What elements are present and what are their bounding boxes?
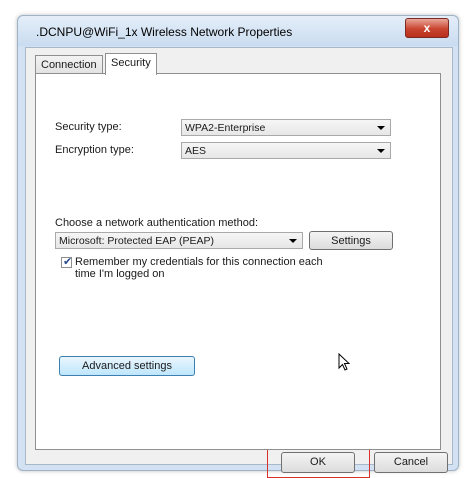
close-button[interactable]: x	[405, 18, 449, 38]
ok-button[interactable]: OK	[281, 452, 355, 473]
settings-button[interactable]: Settings	[309, 231, 393, 250]
encryption-type-select[interactable]: AES	[181, 142, 391, 159]
security-type-select[interactable]: WPA2-Enterprise	[181, 119, 391, 136]
security-type-label: Security type:	[55, 121, 122, 133]
tab-connection-label: Connection	[41, 59, 97, 71]
tab-connection[interactable]: Connection	[35, 55, 103, 74]
auth-method-label: Choose a network authentication method:	[55, 217, 259, 229]
dialog-client-area: Connection Security Security type: WPA2-…	[25, 47, 453, 478]
encryption-type-label: Encryption type:	[55, 144, 134, 156]
title-bar[interactable]: .DCNPU@WiFi_1x Wireless Network Properti…	[18, 16, 458, 46]
chevron-down-icon	[289, 239, 297, 243]
remember-label-line1: Remember my credentials for this connect…	[75, 256, 323, 268]
remember-label-line2: time I'm logged on	[75, 268, 165, 280]
cancel-button[interactable]: Cancel	[374, 452, 448, 473]
security-type-value: WPA2-Enterprise	[185, 122, 266, 134]
tab-security-label: Security	[111, 57, 151, 69]
cancel-button-label: Cancel	[393, 456, 429, 468]
ok-button-label: OK	[310, 456, 326, 468]
auth-method-value: Microsoft: Protected EAP (PEAP)	[59, 235, 215, 247]
encryption-type-value: AES	[185, 145, 207, 157]
mouse-pointer-icon	[338, 353, 350, 371]
settings-button-label: Settings	[331, 235, 371, 247]
window-title: .DCNPU@WiFi_1x Wireless Network Properti…	[36, 25, 293, 39]
properties-dialog: .DCNPU@WiFi_1x Wireless Network Properti…	[17, 15, 459, 478]
remember-credentials-checkbox[interactable]: ✔	[61, 256, 73, 268]
security-tab-panel: Security type: WPA2-Enterprise Encryptio…	[35, 73, 441, 450]
close-icon: x	[423, 21, 431, 35]
chevron-down-icon	[377, 126, 385, 130]
chevron-down-icon	[377, 149, 385, 153]
advanced-settings-label: Advanced settings	[82, 360, 172, 372]
auth-method-select[interactable]: Microsoft: Protected EAP (PEAP)	[55, 232, 303, 249]
advanced-settings-button[interactable]: Advanced settings	[59, 356, 195, 376]
tab-security[interactable]: Security	[105, 53, 157, 75]
remember-credentials-label: Remember my credentials for this connect…	[75, 256, 323, 280]
checkmark-icon: ✔	[63, 256, 73, 268]
